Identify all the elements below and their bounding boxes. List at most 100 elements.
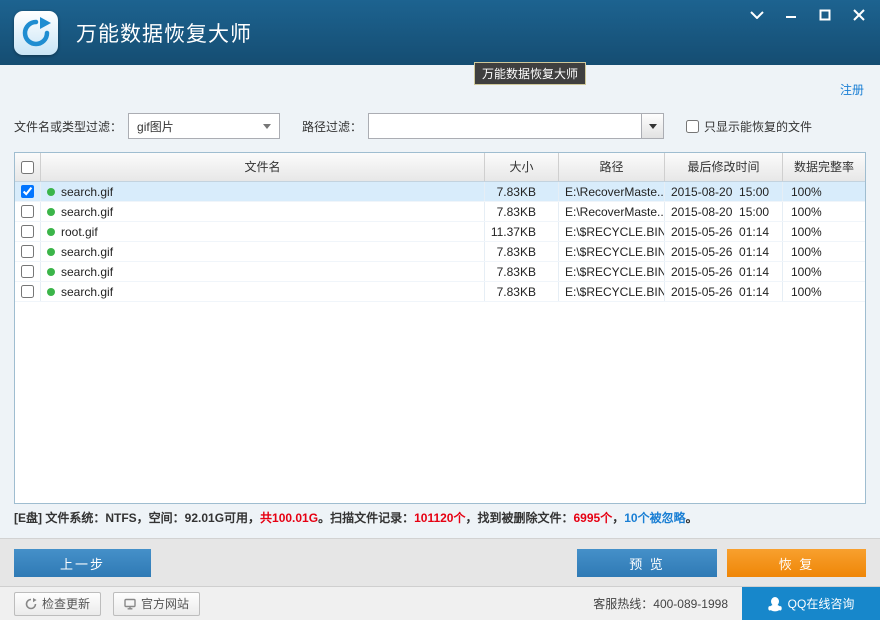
row-checkbox-cell <box>15 262 41 281</box>
header-checkbox-cell <box>15 153 41 181</box>
file-integrity: 100% <box>783 282 865 301</box>
header-filename[interactable]: 文件名 <box>41 153 485 181</box>
preview-button[interactable]: 预 览 <box>577 549 717 577</box>
file-name: search.gif <box>61 282 113 301</box>
row-checkbox-cell <box>15 202 41 221</box>
file-integrity: 100% <box>783 262 865 281</box>
file-size: 7.83KB <box>485 202 559 221</box>
header-integrity[interactable]: 数据完整率 <box>783 153 865 181</box>
table-row[interactable]: search.gif 7.83KB E:\$RECYCLE.BIN.. 2015… <box>15 262 865 282</box>
file-status-dot <box>47 188 55 196</box>
website-icon <box>124 598 136 610</box>
tooltip: 万能数据恢复大师 <box>474 62 586 85</box>
status-text: [E盘] 文件系统：NTFS，空间：92.01G可用， <box>14 511 260 525</box>
status-ignored-count: 10个被忽略 <box>624 511 685 525</box>
file-modified-time: 2015-05-26 01:14 <box>665 282 783 301</box>
titlebar: 万能数据恢复大师 <box>0 0 880 65</box>
file-name: search.gif <box>61 202 113 221</box>
file-type-selected-value: gif图片 <box>137 118 174 135</box>
file-path: E:\$RECYCLE.BIN.. <box>559 222 665 241</box>
file-size: 7.83KB <box>485 262 559 281</box>
qq-consult-button[interactable]: QQ在线咨询 <box>742 587 880 620</box>
file-size: 7.83KB <box>485 242 559 261</box>
close-button[interactable] <box>848 4 870 26</box>
path-filter-input[interactable] <box>369 114 641 138</box>
status-text: 。 <box>686 511 698 525</box>
table-row[interactable]: search.gif 7.83KB E:\RecoverMaste.. 2015… <box>15 182 865 202</box>
table-row[interactable]: search.gif 7.83KB E:\$RECYCLE.BIN.. 2015… <box>15 282 865 302</box>
file-path: E:\RecoverMaste.. <box>559 182 665 201</box>
file-integrity: 100% <box>783 202 865 221</box>
row-checkbox[interactable] <box>21 285 34 298</box>
status-text: 。扫描文件记录： <box>318 511 414 525</box>
row-checkbox-cell <box>15 222 41 241</box>
minimize-button[interactable] <box>780 4 802 26</box>
file-name-cell: search.gif <box>41 202 485 221</box>
file-modified-time: 2015-05-26 01:14 <box>665 242 783 261</box>
file-status-dot <box>47 208 55 216</box>
row-checkbox-cell <box>15 282 41 301</box>
row-checkbox-cell <box>15 182 41 201</box>
footer-bar: 检查更新 官方网站 客服热线：400-089-1998 QQ在线咨询 <box>0 586 880 620</box>
file-name: search.gif <box>61 262 113 281</box>
file-name-cell: root.gif <box>41 222 485 241</box>
action-bar: 上一步 预 览 恢 复 <box>0 538 880 586</box>
file-modified-time: 2015-08-20 15:00 <box>665 182 783 201</box>
file-name-cell: search.gif <box>41 262 485 281</box>
path-filter-combo <box>368 113 664 139</box>
scan-status-bar: [E盘] 文件系统：NTFS，空间：92.01G可用，共100.01G。扫描文件… <box>14 509 866 526</box>
row-checkbox[interactable] <box>21 185 34 198</box>
only-recoverable-checkbox[interactable] <box>686 120 699 133</box>
file-name-cell: search.gif <box>41 182 485 201</box>
file-status-dot <box>47 248 55 256</box>
file-path: E:\RecoverMaste.. <box>559 202 665 221</box>
service-hotline: 客服热线：400-089-1998 <box>593 595 728 612</box>
recover-button[interactable]: 恢 复 <box>727 549 866 577</box>
header-size[interactable]: 大小 <box>485 153 559 181</box>
check-update-button[interactable]: 检查更新 <box>14 592 101 616</box>
file-modified-time: 2015-08-20 15:00 <box>665 202 783 221</box>
row-checkbox[interactable] <box>21 245 34 258</box>
filter-bar: 文件名或类型过滤： gif图片 路径过滤： 只显示能恢复的文件 <box>14 112 866 140</box>
update-icon <box>25 598 37 610</box>
table-row[interactable]: search.gif 7.83KB E:\RecoverMaste.. 2015… <box>15 202 865 222</box>
status-text: ，找到被删除文件： <box>465 511 573 525</box>
header-path[interactable]: 路径 <box>559 153 665 181</box>
back-button[interactable]: 上一步 <box>14 549 151 577</box>
row-checkbox[interactable] <box>21 265 34 278</box>
file-size: 11.37KB <box>485 222 559 241</box>
type-filter-label: 文件名或类型过滤： <box>14 118 122 135</box>
table-row[interactable]: root.gif 11.37KB E:\$RECYCLE.BIN.. 2015-… <box>15 222 865 242</box>
status-text: ， <box>612 511 624 525</box>
window-controls <box>746 4 870 26</box>
row-checkbox[interactable] <box>21 225 34 238</box>
file-name-cell: search.gif <box>41 242 485 261</box>
header-modified-time[interactable]: 最后修改时间 <box>665 153 783 181</box>
only-recoverable-option[interactable]: 只显示能恢复的文件 <box>686 118 812 135</box>
row-checkbox-cell <box>15 242 41 261</box>
file-name: search.gif <box>61 242 113 261</box>
file-status-dot <box>47 268 55 276</box>
file-name-cell: search.gif <box>41 282 485 301</box>
official-site-button[interactable]: 官方网站 <box>113 592 200 616</box>
path-filter-label: 路径过滤： <box>302 118 362 135</box>
file-path: E:\$RECYCLE.BIN.. <box>559 242 665 261</box>
select-all-checkbox[interactable] <box>21 161 34 174</box>
file-type-select[interactable]: gif图片 <box>128 113 280 139</box>
file-name: search.gif <box>61 182 113 201</box>
file-path: E:\$RECYCLE.BIN.. <box>559 262 665 281</box>
file-path: E:\$RECYCLE.BIN.. <box>559 282 665 301</box>
file-modified-time: 2015-05-26 01:14 <box>665 262 783 281</box>
app-title: 万能数据恢复大师 <box>76 18 252 48</box>
chevron-down-icon[interactable] <box>746 4 768 26</box>
file-size: 7.83KB <box>485 182 559 201</box>
maximize-button[interactable] <box>814 4 836 26</box>
path-dropdown-button[interactable] <box>641 114 663 138</box>
status-deleted-count: 6995个 <box>574 511 613 525</box>
file-name: root.gif <box>61 222 98 241</box>
register-link[interactable]: 注册 <box>840 81 864 98</box>
table-row[interactable]: search.gif 7.83KB E:\$RECYCLE.BIN.. 2015… <box>15 242 865 262</box>
official-site-label: 官方网站 <box>141 595 189 612</box>
row-checkbox[interactable] <box>21 205 34 218</box>
file-integrity: 100% <box>783 222 865 241</box>
